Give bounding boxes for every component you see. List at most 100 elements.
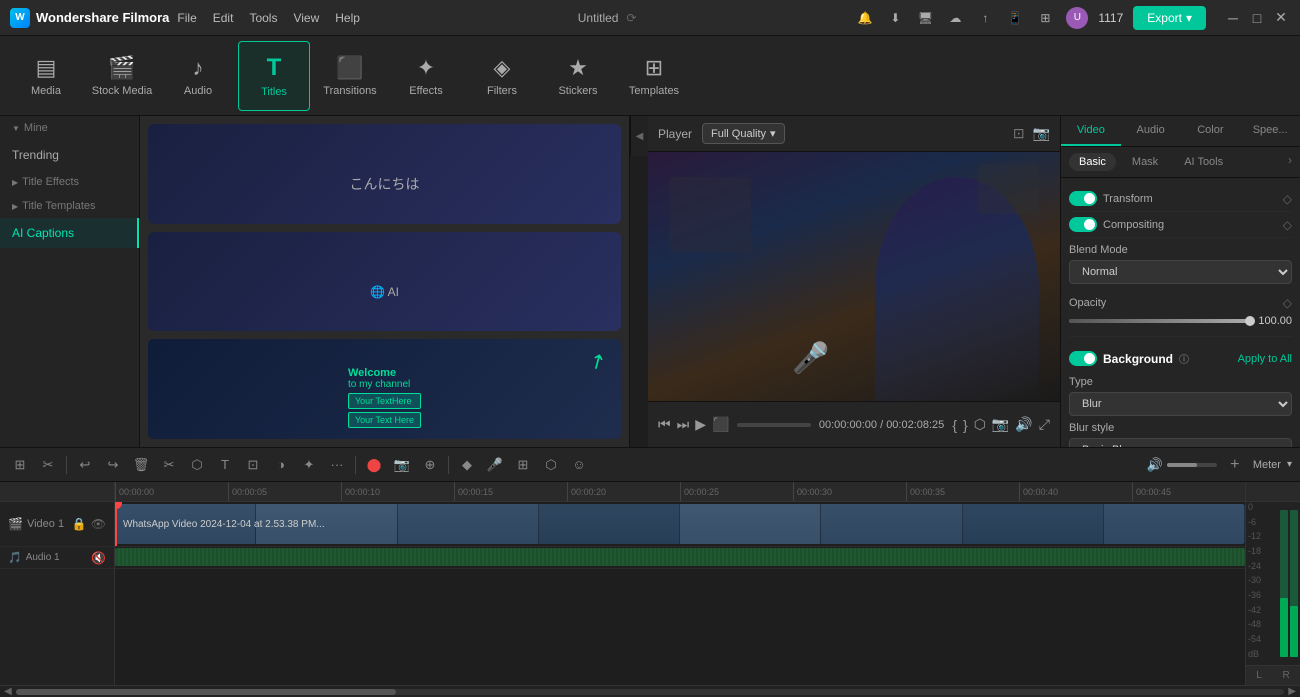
split-icon[interactable]: ⬡ bbox=[974, 416, 986, 433]
stop-icon[interactable]: ⬛ bbox=[712, 416, 729, 433]
volume-icon[interactable]: 🔊 bbox=[1147, 457, 1163, 473]
more-icon[interactable]: ··· bbox=[325, 453, 349, 477]
text-icon[interactable]: T bbox=[213, 453, 237, 477]
download-icon[interactable]: ⬇ bbox=[884, 7, 906, 29]
subtab-mask[interactable]: Mask bbox=[1122, 153, 1168, 171]
sidebar-item-ai-captions[interactable]: AI Captions bbox=[0, 218, 139, 248]
subtab-ai-tools[interactable]: AI Tools bbox=[1174, 153, 1233, 171]
background-toggle[interactable] bbox=[1069, 351, 1097, 366]
cut-icon[interactable]: { bbox=[952, 417, 957, 433]
transform-toggle[interactable] bbox=[1069, 191, 1097, 206]
quality-select[interactable]: Full Quality ▾ bbox=[702, 123, 785, 144]
compositing-expand-icon[interactable]: ◇ bbox=[1283, 218, 1292, 232]
emoji-icon[interactable]: ☺ bbox=[567, 453, 591, 477]
media-tool-stickers[interactable]: ★ Stickers bbox=[542, 41, 614, 111]
opacity-slider[interactable] bbox=[1069, 319, 1250, 323]
transform-expand-icon[interactable]: ◇ bbox=[1283, 192, 1292, 206]
playback-controls: ⏮ ⏭ ▶ ⬛ bbox=[658, 416, 729, 433]
scroll-right-icon[interactable]: ▶ bbox=[1288, 686, 1296, 697]
meter-settings-icon[interactable]: ▾ bbox=[1287, 459, 1292, 470]
close-button[interactable]: ✕ bbox=[1272, 9, 1290, 27]
play-icon[interactable]: ▶ bbox=[695, 416, 706, 433]
step-back-icon[interactable]: ⏭ bbox=[677, 416, 690, 433]
ai-icon[interactable]: ✦ bbox=[297, 453, 321, 477]
resize-icon[interactable]: ⊡ bbox=[1013, 125, 1025, 142]
effects2-icon[interactable]: ⬡ bbox=[539, 453, 563, 477]
blend-mode-select[interactable]: Normal bbox=[1069, 260, 1292, 284]
blur-style-select[interactable]: Basic Blur bbox=[1069, 438, 1292, 447]
monitor-icon[interactable]: 🖥 bbox=[914, 7, 936, 29]
tab-video[interactable]: Video bbox=[1061, 116, 1121, 146]
eye-icon[interactable]: 👁 bbox=[91, 517, 106, 531]
camera-icon[interactable]: 📷 bbox=[390, 453, 414, 477]
redo-button[interactable]: ↪ bbox=[101, 453, 125, 477]
sidebar-section-title-effects[interactable]: ▶ Title Effects bbox=[0, 170, 139, 194]
sidebar-section-mine[interactable]: ▼ Mine bbox=[0, 116, 139, 140]
crop-icon[interactable]: ⊡ bbox=[241, 453, 265, 477]
cut-end-icon[interactable]: } bbox=[963, 417, 968, 433]
export-button[interactable]: Export ▾ bbox=[1133, 6, 1206, 30]
progress-bar[interactable] bbox=[737, 423, 810, 427]
scene-detect-icon[interactable]: ⊞ bbox=[8, 453, 32, 477]
media-tool-templates[interactable]: ⊞ Templates bbox=[618, 41, 690, 111]
add-track-button[interactable]: + bbox=[1223, 453, 1247, 477]
help-menu[interactable]: Help bbox=[335, 11, 360, 25]
maximize-button[interactable]: □ bbox=[1248, 9, 1266, 27]
media-tool-stock[interactable]: 🎬 Stock Media bbox=[86, 41, 158, 111]
save-icon[interactable]: ⟳ bbox=[626, 11, 636, 25]
sidebar-item-label: Title Effects bbox=[22, 176, 79, 188]
subtab-basic[interactable]: Basic bbox=[1069, 153, 1116, 171]
marker-icon[interactable]: ◆ bbox=[455, 453, 479, 477]
ai-clip-icon[interactable]: ✂ bbox=[36, 453, 60, 477]
media-tool-transitions[interactable]: ⬛ Transitions bbox=[314, 41, 386, 111]
media-tool-titles[interactable]: T Titles bbox=[238, 41, 310, 111]
media-tool-audio[interactable]: ♪ Audio bbox=[162, 41, 234, 111]
tab-audio[interactable]: Audio bbox=[1121, 116, 1181, 146]
audio-clip[interactable] bbox=[115, 548, 1245, 566]
edit-menu[interactable]: Edit bbox=[213, 11, 234, 25]
bell-icon[interactable]: 🔔 bbox=[854, 7, 876, 29]
media-tool-media[interactable]: ▤ Media bbox=[10, 41, 82, 111]
screenshot-icon[interactable]: 📷 bbox=[992, 416, 1009, 433]
welcome-text-2: to my channel bbox=[348, 379, 421, 390]
fullscreen-icon[interactable]: ⤢ bbox=[1039, 416, 1050, 433]
skip-back-icon[interactable]: ⏮ bbox=[658, 416, 671, 433]
media-tool-effects[interactable]: ✦ Effects bbox=[390, 41, 462, 111]
volume-icon[interactable]: 🔊 bbox=[1015, 416, 1032, 433]
sidebar-item-trending[interactable]: Trending bbox=[0, 140, 139, 170]
color-icon[interactable]: ◑ bbox=[269, 453, 293, 477]
file-menu[interactable]: File bbox=[177, 11, 196, 25]
sidebar-section-title-templates[interactable]: ▶ Title Templates bbox=[0, 194, 139, 218]
tools-menu[interactable]: Tools bbox=[249, 11, 277, 25]
record-icon[interactable]: ⬤ bbox=[362, 453, 386, 477]
media-tool-filters[interactable]: ◈ Filters bbox=[466, 41, 538, 111]
lock-icon[interactable]: 🔒 bbox=[72, 517, 87, 531]
pip-icon[interactable]: ⊞ bbox=[511, 453, 535, 477]
phone-icon[interactable]: 📱 bbox=[1004, 7, 1026, 29]
minimize-button[interactable]: ─ bbox=[1224, 9, 1242, 27]
panel-scroll-indicator[interactable]: ◀ bbox=[630, 116, 648, 156]
view-menu[interactable]: View bbox=[293, 11, 319, 25]
upload-icon[interactable]: ↑ bbox=[974, 7, 996, 29]
quality-label: Full Quality bbox=[711, 128, 766, 140]
mute-icon[interactable]: 🔇 bbox=[91, 551, 106, 565]
undo-button[interactable]: ↩ bbox=[73, 453, 97, 477]
cloud-icon[interactable]: ☁ bbox=[944, 7, 966, 29]
ai2-icon[interactable]: ⊕ bbox=[418, 453, 442, 477]
compositing-toggle[interactable] bbox=[1069, 217, 1097, 232]
cut-icon[interactable]: ✂ bbox=[157, 453, 181, 477]
tab-speed[interactable]: Spee... bbox=[1240, 116, 1300, 146]
copy-icon[interactable]: ⬡ bbox=[185, 453, 209, 477]
scroll-left-icon[interactable]: ◀ bbox=[4, 686, 12, 697]
tab-color[interactable]: Color bbox=[1181, 116, 1241, 146]
apply-to-all-button[interactable]: Apply to All bbox=[1238, 353, 1292, 365]
apps-icon[interactable]: ⊞ bbox=[1034, 7, 1056, 29]
delete-icon[interactable]: 🗑 bbox=[129, 453, 153, 477]
video-clip[interactable]: WhatsApp Video 2024-12-04 at 2.53.38 PM.… bbox=[115, 504, 1245, 544]
snapshot-icon[interactable]: 📷 bbox=[1033, 125, 1050, 142]
volume-slider[interactable] bbox=[1167, 463, 1217, 467]
horizontal-scrollbar[interactable] bbox=[16, 689, 1285, 695]
type-select[interactable]: Blur bbox=[1069, 392, 1292, 416]
mic-icon[interactable]: 🎤 bbox=[483, 453, 507, 477]
opacity-diamond-icon[interactable]: ◇ bbox=[1283, 296, 1292, 310]
